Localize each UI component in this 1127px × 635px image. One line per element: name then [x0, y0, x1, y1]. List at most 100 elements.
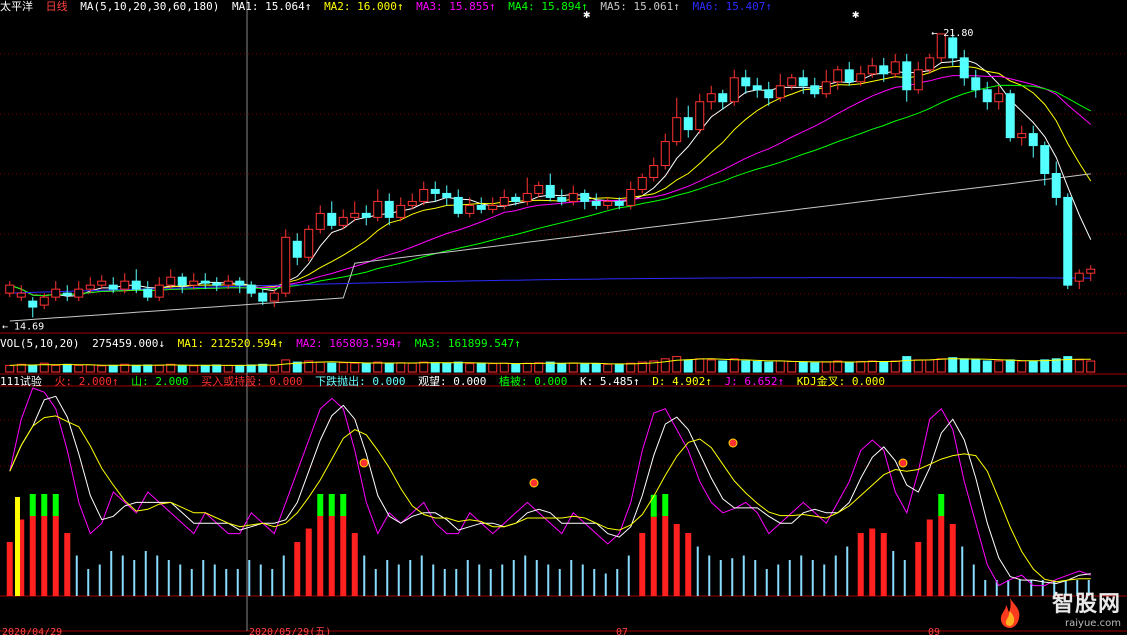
candle-body: [154, 284, 164, 298]
candle-body: [51, 288, 61, 298]
indicator-bar: [765, 569, 768, 596]
candle-body: [626, 188, 636, 206]
indicator-bar: [547, 564, 550, 596]
candle-body: [637, 176, 647, 190]
volume-bar: [948, 357, 958, 373]
candle-body: [166, 276, 176, 286]
indicator-bar: [742, 555, 745, 596]
candle-body: [396, 204, 406, 218]
signal-bar: [15, 497, 20, 596]
ma3-value: MA3: 15.855↑: [416, 0, 496, 13]
indicator-bar: [443, 569, 446, 596]
watermark-url: raiyue.com: [1065, 618, 1121, 629]
indicator-bar: [236, 569, 239, 596]
candle-body: [327, 212, 337, 226]
volume-bar: [442, 362, 452, 373]
volume-bar: [660, 358, 670, 373]
candle-body: [74, 288, 84, 298]
volume-bar: [1086, 360, 1096, 373]
candle-body: [189, 280, 199, 286]
volume-bar: [534, 362, 544, 373]
candle-body: [419, 188, 429, 202]
indicator-bar: [328, 516, 335, 596]
indicator-bar: [397, 564, 400, 596]
indicator-bar: [133, 560, 136, 596]
ind-mountain: 山: 2.000: [131, 375, 189, 388]
volume-bar: [327, 362, 337, 373]
candle-body: [614, 200, 624, 206]
candle-body: [752, 85, 762, 91]
stock-chart[interactable]: ← 21.80 ← 14.69 2020/04/29 2020/05/29(五) 07 0…: [0, 0, 1127, 635]
watermark: 智股网 raiyue.com: [1052, 586, 1121, 629]
candle-body: [982, 89, 992, 103]
indicator-bar: [857, 533, 864, 596]
candle-body: [143, 288, 153, 298]
candle-body: [534, 184, 544, 194]
volume-bar: [994, 360, 1004, 373]
volume-bar: [154, 364, 164, 373]
candle-body: [879, 65, 889, 75]
vol-ma2-value: MA2: 165803.594↑: [296, 337, 403, 350]
indicator-bar: [225, 569, 228, 596]
candle-body: [741, 77, 751, 87]
candle-body: [660, 141, 670, 167]
volume-bar: [580, 363, 590, 373]
candle-body: [292, 240, 302, 258]
mountain-bar: [328, 494, 335, 516]
volume-bar: [821, 361, 831, 373]
signal-dot: [529, 478, 539, 488]
indicator-bar: [696, 546, 699, 596]
candle-body: [856, 73, 866, 83]
volume-bar: [419, 361, 429, 373]
volume-bar: [522, 362, 532, 373]
candle-body: [810, 85, 820, 95]
mountain-bar: [938, 494, 945, 516]
indicator-bar: [788, 560, 791, 596]
volume-bar: [177, 364, 187, 373]
candle-body: [994, 93, 1004, 103]
period-label[interactable]: 日线: [46, 0, 68, 13]
candle-body: [948, 37, 958, 59]
candle-body: [764, 89, 774, 99]
indicator-bar: [52, 516, 59, 596]
volume-bar: [890, 360, 900, 373]
indicator-bar: [489, 569, 492, 596]
indicator-bar: [1018, 580, 1021, 596]
vol-value: 275459.000↓: [92, 337, 165, 350]
volume-bar: [476, 362, 486, 373]
indicator-bar: [869, 528, 876, 596]
volume-bar: [108, 364, 118, 373]
indicator-bar: [87, 569, 90, 596]
volume-bar: [384, 362, 394, 373]
volume-bar: [235, 364, 245, 373]
indicator-bar: [259, 564, 262, 596]
candle-body: [258, 292, 268, 302]
indicator-bar: [650, 516, 657, 596]
indicator-bar: [708, 555, 711, 596]
volume-bar: [338, 362, 348, 373]
indicator-bar: [616, 569, 619, 596]
candle-body: [821, 81, 831, 95]
volume-bar: [764, 361, 774, 373]
indicator-bar: [673, 524, 680, 596]
candle-body: [580, 192, 590, 202]
signal-dot: [898, 458, 908, 468]
vol-ma1-value: MA1: 212520.594↑: [177, 337, 284, 350]
volume-bar: [315, 361, 325, 373]
indicator-bar: [455, 569, 458, 596]
star-marker: ✱: [852, 7, 859, 21]
ind-kdj-cross: KDJ金叉: 0.000: [796, 375, 885, 388]
candle-body: [269, 292, 279, 302]
candle-body: [971, 77, 981, 91]
candle-body: [672, 117, 682, 143]
indicator-bar: [41, 516, 48, 596]
volume-bar: [775, 360, 785, 373]
indicator-bar: [409, 560, 412, 596]
x-axis-label: 2020/04/29: [2, 627, 62, 635]
volume-bar: [465, 363, 475, 373]
volume-bar: [499, 362, 509, 373]
volume-bar: [959, 358, 969, 373]
ind-vegetation: 植被: 0.000: [499, 375, 568, 388]
indicator-bar: [570, 560, 573, 596]
volume-bar: [752, 360, 762, 373]
